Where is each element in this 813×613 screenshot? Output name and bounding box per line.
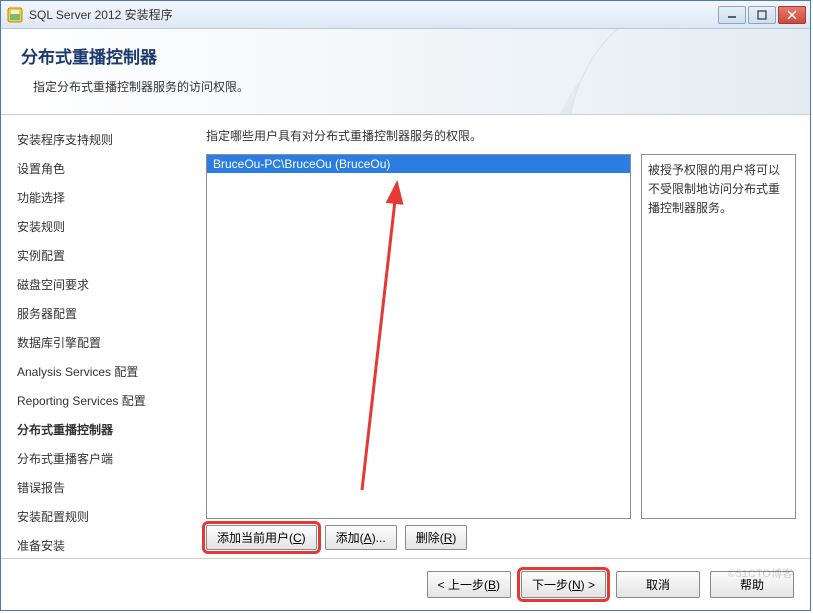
sidebar-step[interactable]: 安装程序支持规则 (17, 125, 196, 154)
main-panel: 指定哪些用户具有对分布式重播控制器服务的权限。 BruceOu-PC\Bruce… (196, 115, 810, 558)
sidebar-step[interactable]: 设置角色 (17, 154, 196, 183)
sidebar-step[interactable]: Reporting Services 配置 (17, 386, 196, 415)
sidebar-step[interactable]: 准备安装 (17, 531, 196, 558)
user-list-item[interactable]: BruceOu-PC\BruceOu (BruceOu) (207, 155, 630, 173)
next-button[interactable]: 下一步(N) > (521, 571, 606, 598)
sidebar-step[interactable]: 磁盘空间要求 (17, 270, 196, 299)
app-icon (7, 7, 23, 23)
sidebar-step[interactable]: 分布式重播控制器 (17, 415, 196, 444)
sidebar-step[interactable]: 安装规则 (17, 212, 196, 241)
sidebar-step[interactable]: 分布式重播客户端 (17, 444, 196, 473)
sidebar-step[interactable]: 错误报告 (17, 473, 196, 502)
titlebar[interactable]: SQL Server 2012 安装程序 (1, 1, 810, 29)
user-listbox[interactable]: BruceOu-PC\BruceOu (BruceOu) (206, 154, 631, 519)
permission-description: 被授予权限的用户将可以不受限制地访问分布式重播控制器服务。 (641, 154, 796, 519)
maximize-button[interactable] (748, 6, 776, 24)
add-current-user-button[interactable]: 添加当前用户(C) (206, 525, 317, 550)
window-controls (718, 6, 806, 24)
sidebar-step[interactable]: 服务器配置 (17, 299, 196, 328)
sidebar-step[interactable]: 安装配置规则 (17, 502, 196, 531)
list-buttons: 添加当前用户(C) 添加(A)... 删除(R) (206, 525, 796, 550)
step-sidebar: 安装程序支持规则设置角色功能选择安装规则实例配置磁盘空间要求服务器配置数据库引擎… (1, 115, 196, 558)
remove-user-button[interactable]: 删除(R) (405, 525, 468, 550)
installer-window: SQL Server 2012 安装程序 分布式重播控制器 指定分布式重播控制器… (0, 0, 811, 611)
help-button[interactable]: 帮助 (710, 571, 794, 598)
sidebar-step[interactable]: 功能选择 (17, 183, 196, 212)
footer: < 上一步(B) 下一步(N) > 取消 帮助 (1, 558, 810, 610)
sidebar-step[interactable]: 数据库引擎配置 (17, 328, 196, 357)
page-subtitle: 指定分布式重播控制器服务的访问权限。 (21, 78, 790, 95)
back-button[interactable]: < 上一步(B) (427, 571, 511, 598)
instruction-text: 指定哪些用户具有对分布式重播控制器服务的权限。 (206, 127, 796, 144)
sidebar-step[interactable]: Analysis Services 配置 (17, 357, 196, 386)
page-title: 分布式重播控制器 (21, 43, 790, 68)
minimize-button[interactable] (718, 6, 746, 24)
window-title: SQL Server 2012 安装程序 (29, 6, 718, 23)
body: 安装程序支持规则设置角色功能选择安装规则实例配置磁盘空间要求服务器配置数据库引擎… (1, 115, 810, 558)
panels: BruceOu-PC\BruceOu (BruceOu) 被授予权限的用户将可以… (206, 154, 796, 519)
close-button[interactable] (778, 6, 806, 24)
sidebar-step[interactable]: 实例配置 (17, 241, 196, 270)
cancel-button[interactable]: 取消 (616, 571, 700, 598)
add-user-button[interactable]: 添加(A)... (325, 525, 397, 550)
header: 分布式重播控制器 指定分布式重播控制器服务的访问权限。 (1, 29, 810, 115)
